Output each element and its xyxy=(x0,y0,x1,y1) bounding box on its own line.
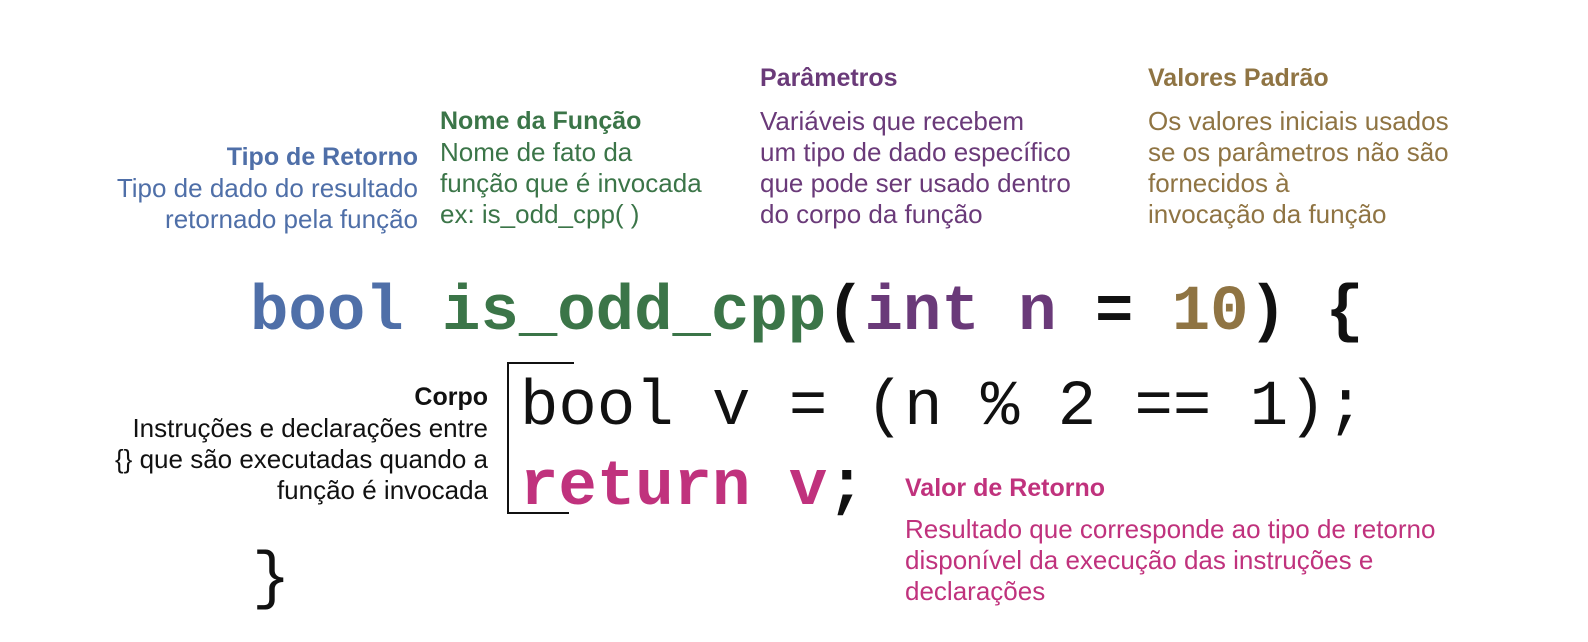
default-values-line-2: se os parâmetros não são xyxy=(1148,137,1449,167)
body-line-2: {} que são executadas quando a xyxy=(115,444,488,474)
return-value-heading: Valor de Retorno xyxy=(905,474,1106,502)
function-name-annotation: Nome da Função Nome de fato da função qu… xyxy=(440,106,702,230)
code-open-brace: { xyxy=(1325,277,1364,349)
body-heading: Corpo xyxy=(414,383,488,411)
code-function-name: is_odd_cpp xyxy=(442,277,827,349)
function-name-heading: Nome da Função xyxy=(440,107,642,135)
code-return-keyword: return xyxy=(520,452,751,524)
code-semicolon: ; xyxy=(827,452,866,524)
parameters-line-2: um tipo de dado específico xyxy=(760,137,1071,167)
parameters-line-4: do corpo da função xyxy=(760,199,983,229)
code-body-line-2: return v; xyxy=(520,453,866,523)
code-param-name: n xyxy=(1018,277,1057,349)
code-return-type: bool xyxy=(250,277,404,349)
return-type-annotation: Tipo de Retorno Tipo de dado do resultad… xyxy=(117,142,418,235)
code-closing-brace: } xyxy=(252,544,291,616)
parameters-annotation: Parâmetros Variáveis que recebem um tipo… xyxy=(760,63,1071,230)
default-values-line-3: fornecidos à xyxy=(1148,168,1290,198)
function-name-line-2: função que é invocada xyxy=(440,168,702,198)
code-open-paren: ( xyxy=(826,277,865,349)
code-return-value: v xyxy=(788,452,828,524)
code-close-paren: ) xyxy=(1248,277,1287,349)
function-signature: bool is_odd_cpp(int n = 10) { xyxy=(250,278,1364,348)
body-line-1: Instruções e declarações entre xyxy=(132,413,488,443)
default-values-heading: Valores Padrão xyxy=(1148,64,1329,92)
body-bracket-top xyxy=(509,362,574,364)
parameters-line-3: que pode ser usado dentro xyxy=(760,168,1071,198)
body-annotation: Corpo Instruções e declarações entre {} … xyxy=(115,382,488,506)
default-values-annotation: Valores Padrão Os valores iniciais usado… xyxy=(1148,63,1449,230)
code-body-line-1: bool v = (n % 2 == 1); xyxy=(520,372,1365,444)
return-type-heading: Tipo de Retorno xyxy=(226,143,418,171)
return-value-line-1: Resultado que corresponde ao tipo de ret… xyxy=(905,514,1436,544)
code-default-value: 10 xyxy=(1171,277,1249,349)
code-param-type: int xyxy=(864,277,980,349)
return-type-line-1: Tipo de dado do resultado xyxy=(116,173,418,203)
parameters-line-1: Variáveis que recebem xyxy=(760,106,1024,136)
return-type-line-2: retornado pela função xyxy=(165,204,418,234)
default-values-line-1: Os valores iniciais usados xyxy=(1148,106,1449,136)
body-line-3: função é invocada xyxy=(276,475,488,505)
parameters-heading: Parâmetros xyxy=(760,64,898,92)
return-value-line-3: declarações xyxy=(905,576,1046,606)
return-value-line-2: disponível da execução das instruções e xyxy=(905,545,1374,575)
code-equals: = xyxy=(1094,277,1134,349)
default-values-line-4: invocação da função xyxy=(1148,199,1387,229)
return-value-annotation: Valor de Retorno Resultado que correspon… xyxy=(905,473,1435,607)
function-name-line-3: ex: is_odd_cpp( ) xyxy=(440,199,640,229)
function-name-line-1: Nome de fato da xyxy=(440,137,633,167)
